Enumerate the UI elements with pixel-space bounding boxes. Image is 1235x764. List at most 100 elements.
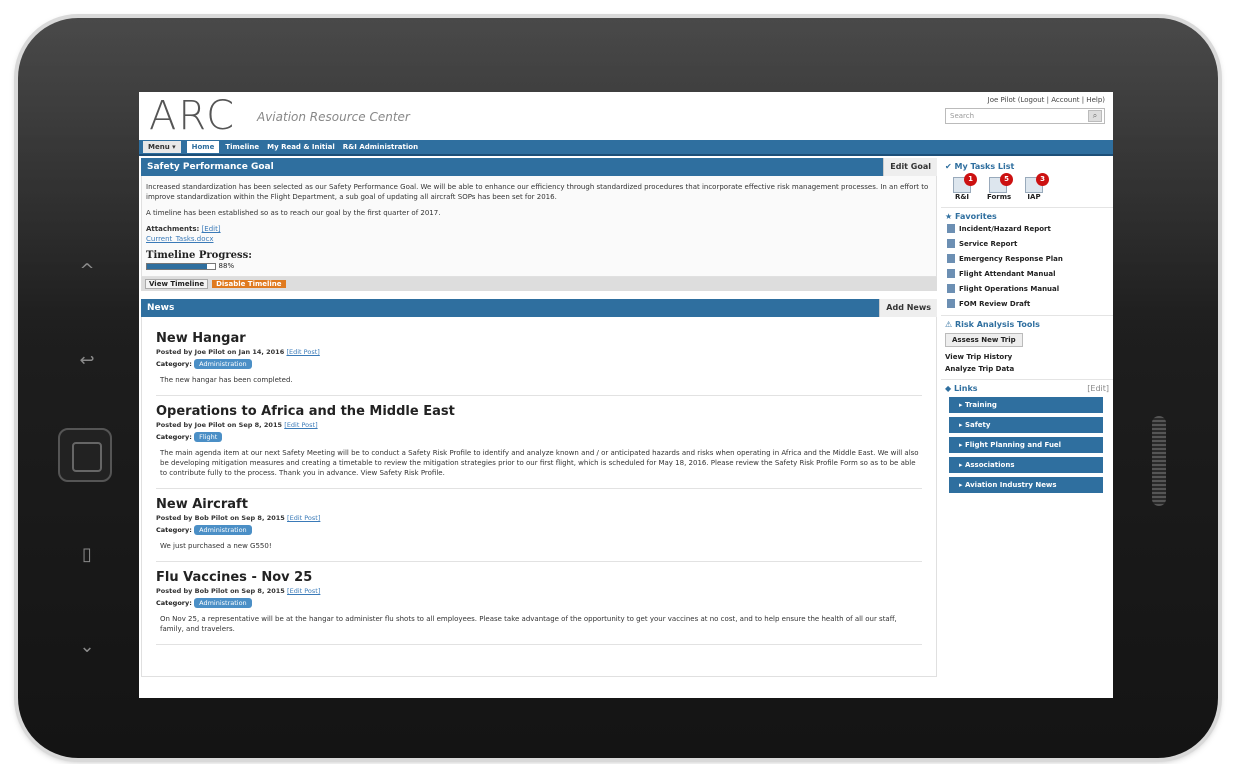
app-subtitle: Aviation Resource Center xyxy=(257,110,410,124)
news-post-title[interactable]: New Aircraft xyxy=(156,497,922,512)
task-iap[interactable]: 3 IAP xyxy=(1023,173,1049,201)
link-item[interactable]: ▸ Flight Planning and Fuel xyxy=(949,437,1103,453)
nav-ri-administration[interactable]: R&I Administration xyxy=(343,143,418,151)
news-post-body: The main agenda item at our next Safety … xyxy=(160,449,919,477)
chevron-up-icon[interactable]: ^ xyxy=(70,254,104,288)
search-icon[interactable]: ⌕ xyxy=(1088,110,1102,122)
attachments-label: Attachments: xyxy=(146,225,200,233)
main-content: Safety Performance Goal Edit Goal Increa… xyxy=(141,158,937,698)
favorite-item[interactable]: Incident/Hazard Report xyxy=(945,221,1109,236)
goal-panel: Increased standardization has been selec… xyxy=(141,176,937,277)
edit-post-link[interactable]: [Edit Post] xyxy=(287,514,320,522)
favorite-item[interactable]: Service Report xyxy=(945,236,1109,251)
favorite-label: Service Report xyxy=(959,239,1018,248)
user-links[interactable]: Joe Pilot (Logout | Account | Help) xyxy=(988,96,1105,104)
progress-fill xyxy=(147,264,207,269)
tasks-section: ✔ My Tasks List 1 R&I 5 Forms 3 IAP xyxy=(941,158,1113,208)
edit-goal-button[interactable]: Edit Goal xyxy=(883,158,937,176)
back-icon[interactable]: ↩ xyxy=(70,344,104,378)
task-ri[interactable]: 1 R&I xyxy=(951,173,977,201)
home-hardware-button[interactable] xyxy=(58,428,112,482)
document-icon xyxy=(947,239,955,248)
edit-post-link[interactable]: [Edit Post] xyxy=(286,348,319,356)
edit-post-link[interactable]: [Edit Post] xyxy=(287,587,320,595)
news-post-meta: Posted by Bob Pilot on Sep 8, 2015 [Edit… xyxy=(156,587,922,595)
nav-timeline[interactable]: Timeline xyxy=(225,143,259,151)
news-post-meta: Posted by Bob Pilot on Sep 8, 2015 [Edit… xyxy=(156,514,922,522)
recent-apps-icon[interactable]: ▯ xyxy=(70,538,104,572)
favorite-label: Emergency Response Plan xyxy=(959,254,1063,263)
favorites-section: ★ Favorites Incident/Hazard Report Servic… xyxy=(941,208,1113,316)
search-input[interactable]: Search ⌕ xyxy=(945,108,1105,124)
category-label: Category: xyxy=(156,360,192,368)
favorite-item[interactable]: FOM Review Draft xyxy=(945,296,1109,311)
post-category: Category: Administration xyxy=(156,598,922,608)
document-icon xyxy=(947,254,955,263)
category-tag[interactable]: Administration xyxy=(194,598,252,608)
header: ARC Aviation Resource Center Joe Pilot (… xyxy=(139,92,1113,140)
link-label: Aviation Industry News xyxy=(964,481,1057,489)
news-post-body: The new hangar has been completed. xyxy=(160,376,293,384)
news-post: New Aircraft Posted by Bob Pilot on Sep 8… xyxy=(156,489,922,562)
category-label: Category: xyxy=(156,433,192,441)
link-item[interactable]: ▸ Safety xyxy=(949,417,1103,433)
post-byline: Posted by Bob Pilot on Sep 8, 2015 xyxy=(156,514,285,522)
view-timeline-button[interactable]: View Timeline xyxy=(145,279,209,289)
disable-timeline-button[interactable]: Disable Timeline xyxy=(212,280,286,288)
news-post-title[interactable]: New Hangar xyxy=(156,331,922,346)
news-post: Flu Vaccines - Nov 25 Posted by Bob Pilot… xyxy=(156,562,922,645)
goal-header: Safety Performance Goal Edit Goal xyxy=(141,158,937,176)
task-count-badge: 3 xyxy=(1036,173,1049,186)
news-post-meta: Posted by Joe Pilot on Sep 8, 2015 [Edit… xyxy=(156,421,922,429)
attachment-file-link[interactable]: Current_Tasks.docx xyxy=(146,235,214,243)
nav-my-read-initial[interactable]: My Read & Initial xyxy=(267,143,335,151)
favorites-title: ★ Favorites xyxy=(945,212,997,221)
task-label: Forms xyxy=(987,193,1012,201)
post-byline: Posted by Joe Pilot on Sep 8, 2015 xyxy=(156,421,283,429)
news-post-body: We just purchased a new G550! xyxy=(160,542,272,550)
news-post: New Hangar Posted by Joe Pilot on Jan 14,… xyxy=(156,323,922,396)
news-post-title[interactable]: Operations to Africa and the Middle East xyxy=(156,404,922,419)
favorite-label: Flight Operations Manual xyxy=(959,284,1060,293)
category-tag[interactable]: Administration xyxy=(194,359,252,369)
attachments-edit-link[interactable]: [Edit] xyxy=(202,225,221,233)
link-label: Flight Planning and Fuel xyxy=(964,441,1062,449)
document-icon xyxy=(947,284,955,293)
add-news-button[interactable]: Add News xyxy=(879,299,937,317)
arc-logo: ARC xyxy=(149,93,237,139)
favorite-item[interactable]: Emergency Response Plan xyxy=(945,251,1109,266)
tasks-title: ✔ My Tasks List xyxy=(945,162,1015,171)
news-post-body: On Nov 25, a representative will be at t… xyxy=(160,615,897,633)
link-item[interactable]: ▸ Aviation Industry News xyxy=(949,477,1103,493)
task-forms[interactable]: 5 Forms xyxy=(987,173,1013,201)
analyze-trip-data-link[interactable]: Analyze Trip Data xyxy=(945,363,1109,375)
chevron-down-icon[interactable]: ⌄ xyxy=(70,630,104,664)
main-nav: Menu ▾ Home Timeline My Read & Initial R… xyxy=(139,140,1113,156)
menu-dropdown[interactable]: Menu ▾ xyxy=(143,141,181,153)
link-item[interactable]: ▸ Training xyxy=(949,397,1103,413)
view-trip-history-link[interactable]: View Trip History xyxy=(945,351,1109,363)
search-placeholder: Search xyxy=(950,112,975,120)
document-icon xyxy=(947,269,955,278)
news-post-title[interactable]: Flu Vaccines - Nov 25 xyxy=(156,570,922,585)
links-edit-link[interactable]: [Edit] xyxy=(1087,384,1109,393)
favorite-item[interactable]: Flight Operations Manual xyxy=(945,281,1109,296)
links-list: ▸ Training ▸ Safety ▸ Flight Planning and … xyxy=(945,397,1109,493)
favorite-label: Flight Attendant Manual xyxy=(959,269,1056,278)
timeline-progress-label: Timeline Progress: xyxy=(146,250,252,261)
progress-text: 88% xyxy=(218,262,235,270)
post-category: Category: Administration xyxy=(156,525,922,535)
link-item[interactable]: ▸ Associations xyxy=(949,457,1103,473)
goal-text: Increased standardization has been selec… xyxy=(146,183,929,201)
nav-home[interactable]: Home xyxy=(186,141,220,153)
links-section: ◆ Links [Edit] ▸ Training ▸ Safety ▸ Fligh… xyxy=(941,380,1113,497)
category-label: Category: xyxy=(156,526,192,534)
edit-post-link[interactable]: [Edit Post] xyxy=(284,421,317,429)
link-label: Associations xyxy=(964,461,1015,469)
category-tag[interactable]: Flight xyxy=(194,432,223,442)
favorite-item[interactable]: Flight Attendant Manual xyxy=(945,266,1109,281)
assess-new-trip-button[interactable]: Assess New Trip xyxy=(945,333,1023,347)
category-tag[interactable]: Administration xyxy=(194,525,252,535)
favorite-label: Incident/Hazard Report xyxy=(959,224,1051,233)
task-count-badge: 1 xyxy=(964,173,977,186)
